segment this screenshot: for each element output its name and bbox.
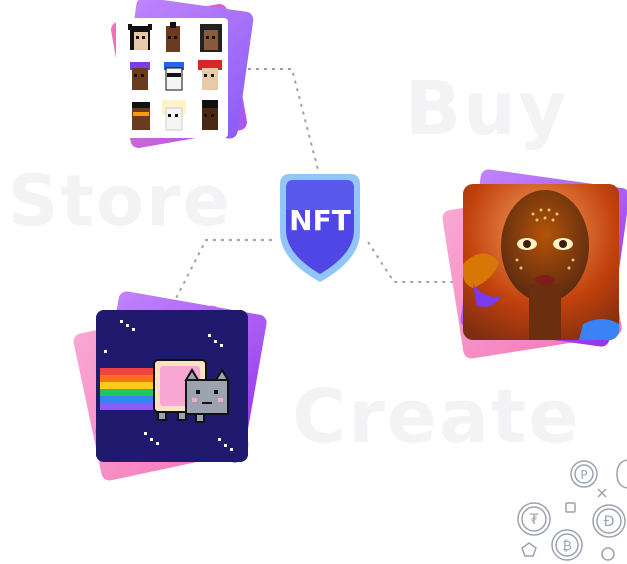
punk-avatar (198, 60, 222, 90)
cross-icon (597, 488, 607, 498)
coin-icon: P (570, 460, 598, 488)
tether-coin-icon: ₮ (517, 502, 551, 536)
punk-avatar (128, 24, 152, 50)
partial-coin-icon (616, 459, 627, 489)
punk-avatar (200, 24, 222, 52)
punk-avatar (130, 62, 150, 90)
svg-text:₮: ₮ (530, 512, 539, 528)
punk-avatar (202, 100, 218, 130)
nyan-image (96, 310, 248, 462)
punk-avatar (132, 102, 150, 130)
portrait-nft-card[interactable] (441, 168, 627, 360)
dogecoin-coin-icon: Ð (592, 504, 626, 538)
square-icon (565, 502, 576, 513)
rainbow-trail (100, 368, 158, 410)
punk-avatar (166, 22, 180, 52)
nyan-nft-card[interactable] (72, 290, 268, 482)
svg-text:P: P (580, 468, 587, 482)
nft-label: NFT (289, 204, 351, 237)
svg-text:Ð: Ð (604, 514, 615, 530)
punk-avatar (164, 62, 184, 91)
pentagon-icon (521, 542, 537, 557)
punks-nft-card[interactable] (102, 0, 255, 154)
punk-avatar (162, 100, 186, 131)
nft-shield-badge[interactable]: NFT (270, 170, 370, 286)
punks-image (116, 18, 228, 138)
bitcoin-coin-icon: ₿ (551, 529, 583, 561)
crypto-decorations: P ₮ Ð ₿ (517, 459, 627, 561)
portrait-image (463, 184, 619, 340)
circle-icon (601, 547, 615, 561)
svg-text:₿: ₿ (562, 539, 572, 554)
